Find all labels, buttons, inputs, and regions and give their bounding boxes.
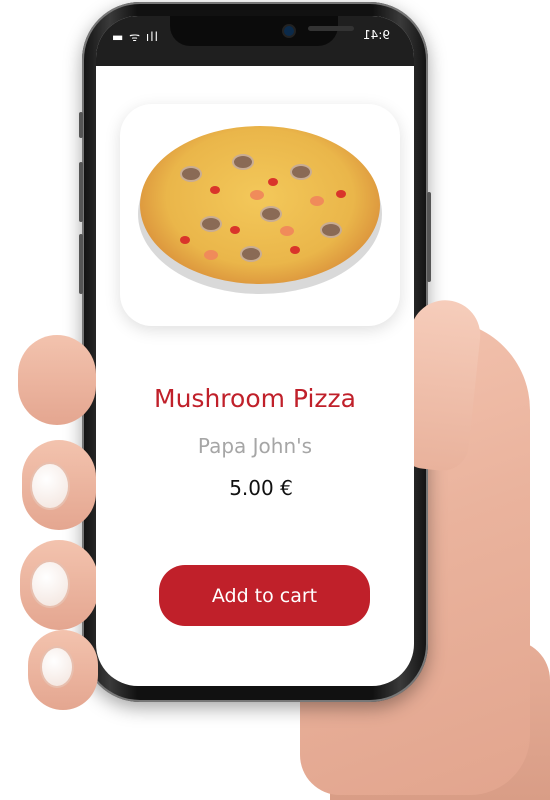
topping [268,178,278,186]
product-name: Mushroom Pizza [154,384,356,413]
topping [204,250,218,260]
topping [230,226,240,234]
front-camera-icon [282,24,296,38]
finger-nail [30,462,70,510]
status-bar: ▬ ᯤ ıll 9:41 [96,16,414,66]
topping [180,166,202,182]
topping [320,222,342,238]
topping [290,164,312,180]
vendor-name: Papa John's [197,434,313,458]
topping [210,186,220,194]
topping [180,236,190,244]
mute-switch [79,112,83,138]
finger-index [18,335,96,425]
pizza-image [140,126,380,284]
phone-screen: ▬ ᯤ ıll 9:41 Mushroom Pizza Papa John's … [96,16,414,686]
topping [232,154,254,170]
topping [280,226,294,236]
finger-nail [30,560,70,608]
notch [170,16,354,46]
topping [200,216,222,232]
topping [240,246,262,262]
finger-ring [20,540,98,630]
topping [290,246,300,254]
speaker-grille [308,26,354,31]
topping [250,190,264,200]
product-price: 5.00 € [229,476,293,500]
status-time: 9:41 [363,28,390,42]
finger-pinky [28,630,98,710]
topping [310,196,324,206]
volume-up-button [79,162,83,222]
finger-nail [40,646,74,688]
status-signal-icons: ▬ ᯤ ıll [112,30,159,44]
topping [260,206,282,222]
power-button [427,192,431,282]
product-image-card[interactable] [120,104,400,326]
topping [336,190,346,198]
volume-down-button [79,234,83,294]
add-to-cart-button[interactable]: Add to cart [159,565,370,626]
finger-middle [22,440,96,530]
